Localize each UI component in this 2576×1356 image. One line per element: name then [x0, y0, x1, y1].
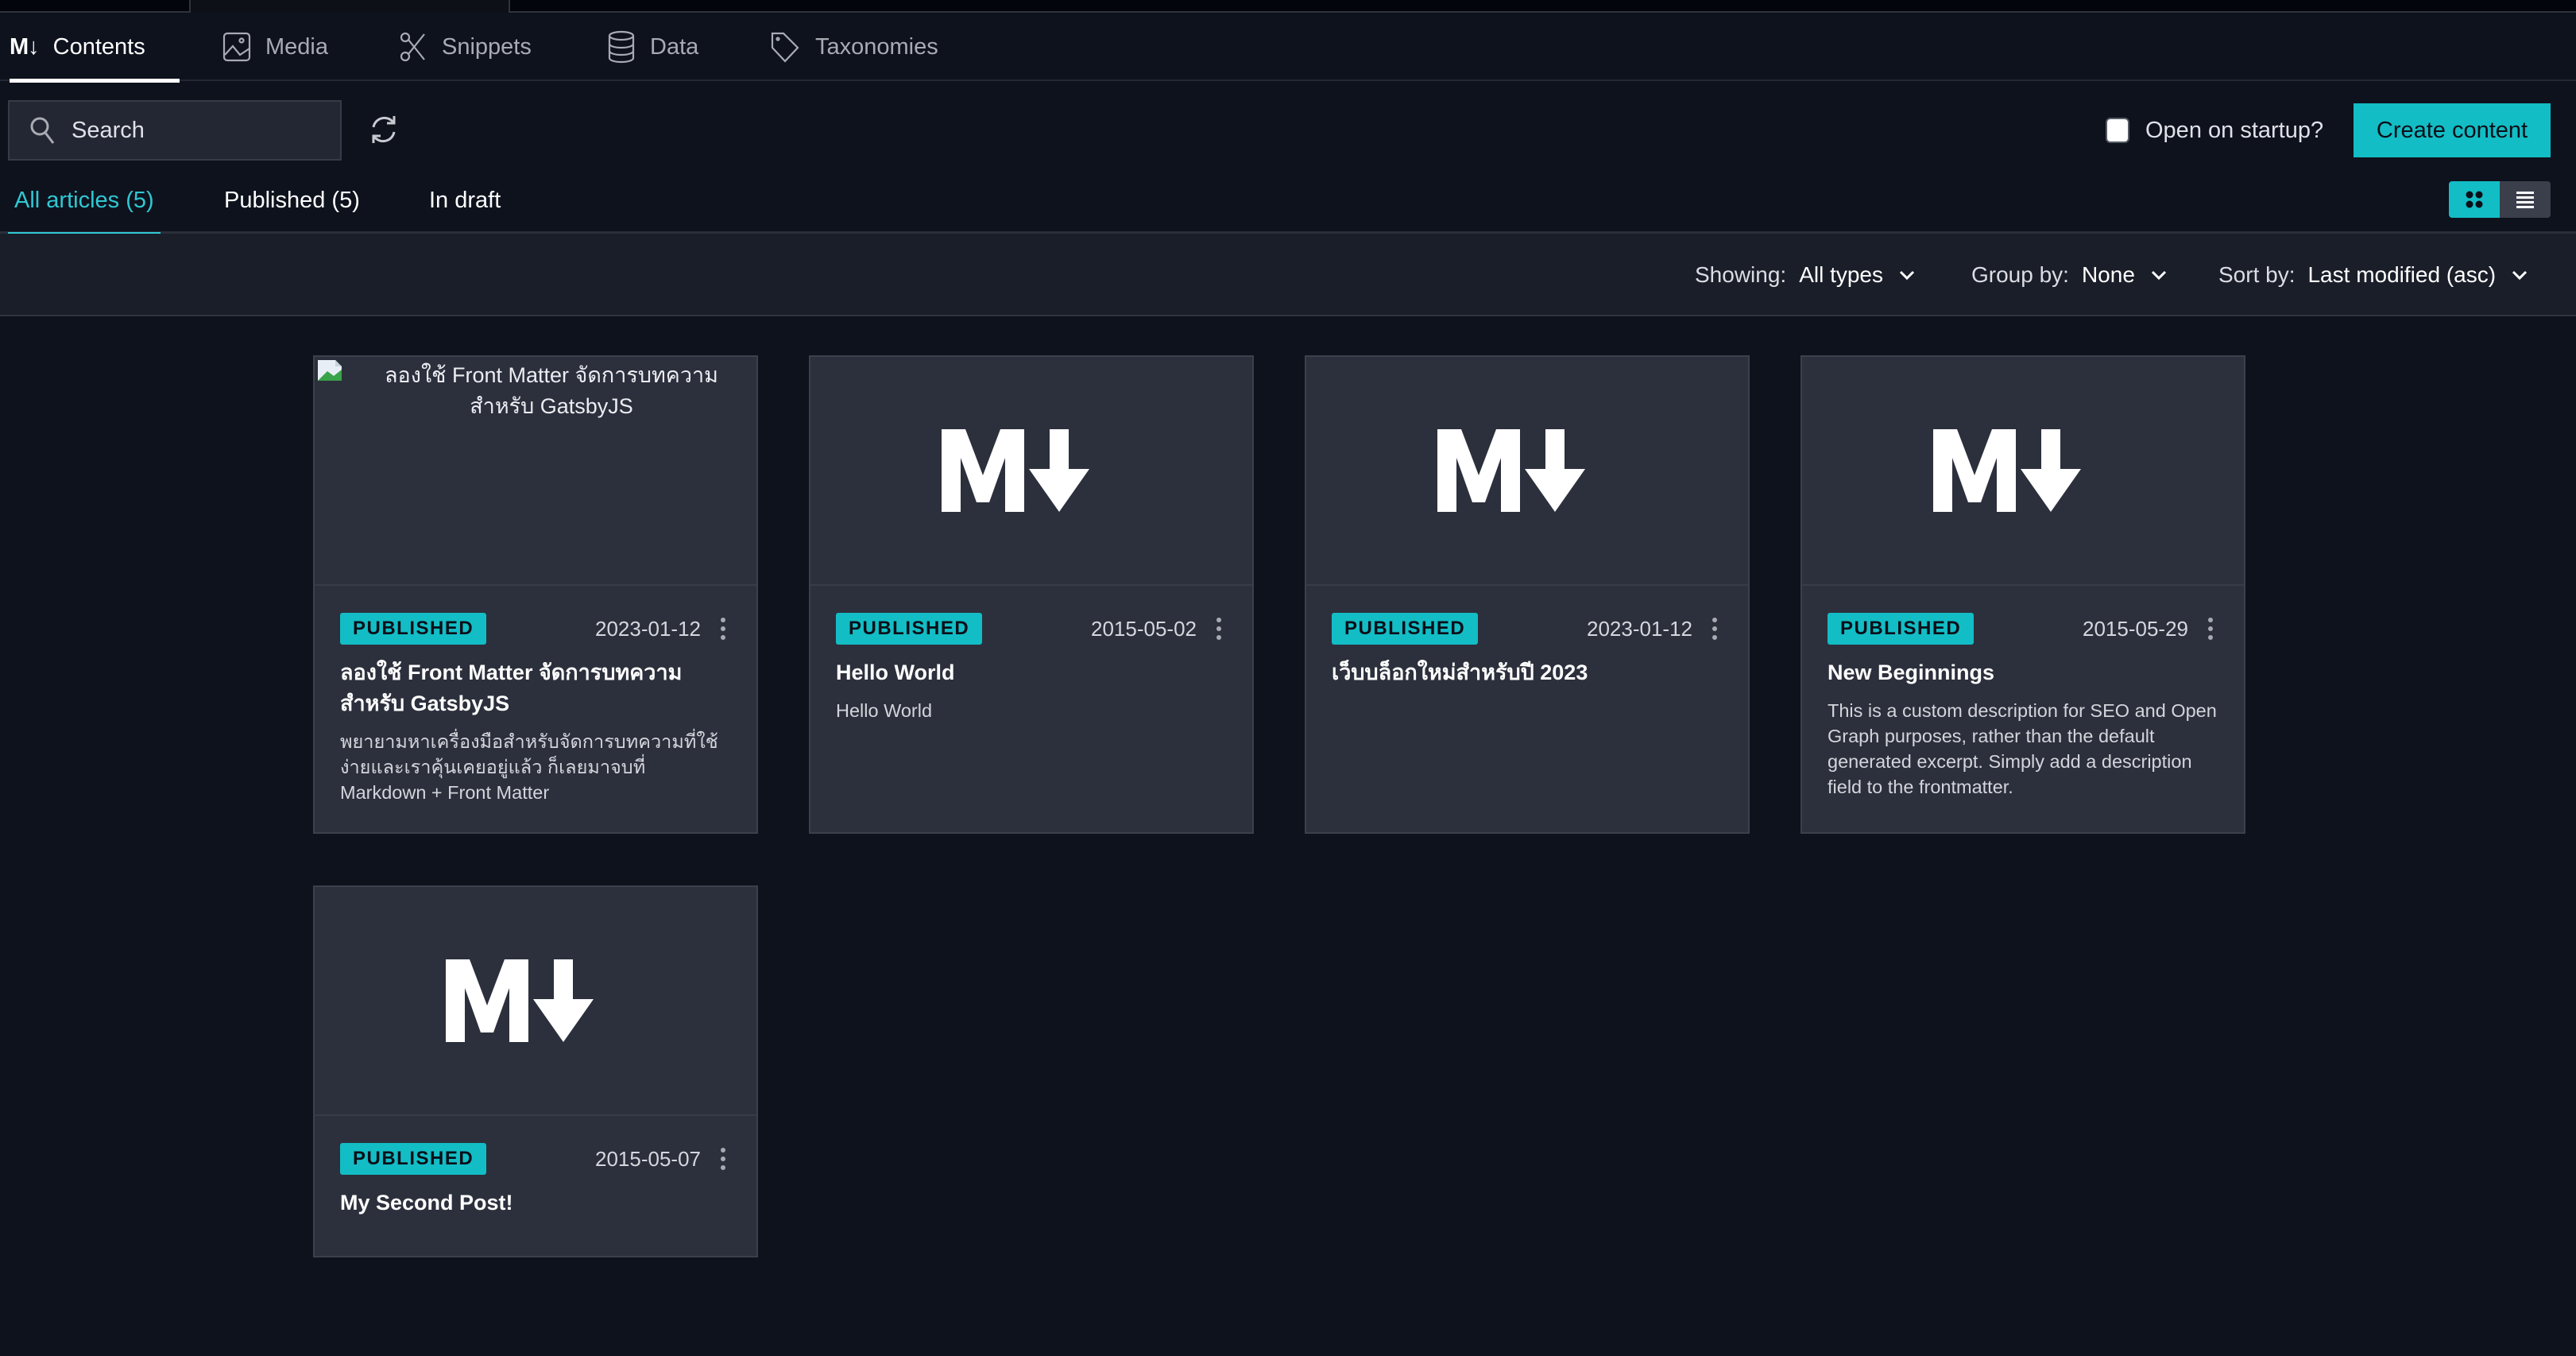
sort-by-label: Sort by:	[2218, 262, 2296, 287]
open-on-startup-toggle[interactable]: Open on startup?	[2106, 113, 2323, 148]
group-by-label: Group by:	[1971, 262, 2069, 287]
article-title: My Second Post!	[340, 1191, 513, 1215]
more-options-icon[interactable]	[715, 1143, 731, 1175]
sort-by-dropdown[interactable]: Sort by: Last modified (asc)	[2218, 234, 2528, 316]
markdown-logo-icon	[446, 959, 594, 1042]
database-icon	[608, 30, 635, 64]
open-on-startup-checkbox[interactable]	[2106, 118, 2129, 143]
chevron-down-icon	[1899, 270, 1915, 281]
article-title: เว็บบล็อกใหม่สำหรับปี 2023	[1332, 661, 1588, 684]
open-on-startup-label: Open on startup?	[2145, 117, 2324, 143]
tab-snippets[interactable]: Snippets	[399, 13, 532, 81]
showing-value: All types	[1799, 262, 1884, 287]
article-date: 2015-05-07	[595, 1146, 701, 1171]
group-by-dropdown[interactable]: Group by: None	[1971, 234, 2167, 316]
markdown-logo-icon	[1437, 429, 1585, 512]
list-view-button[interactable]	[2500, 181, 2551, 218]
article-thumbnail	[315, 887, 756, 1116]
status-badge: PUBLISHED	[836, 613, 983, 645]
status-badge: PUBLISHED	[340, 1143, 487, 1175]
article-title: ลองใช้ Front Matter จัดการบทความสำหรับ G…	[340, 661, 683, 715]
tab-taxonomies[interactable]: Taxonomies	[769, 13, 938, 81]
article-description: This is a custom description for SEO and…	[1828, 700, 2217, 797]
refresh-icon[interactable]	[367, 113, 400, 146]
article-date: 2023-01-12	[1587, 616, 1692, 641]
view-toggle	[2449, 181, 2551, 218]
group-by-value: None	[2081, 262, 2135, 287]
markdown-logo-icon	[1933, 429, 2081, 512]
tab-contents-label: Contents	[52, 33, 145, 60]
editor-tab-strip	[0, 0, 2576, 13]
markdown-icon: M↓	[10, 33, 40, 60]
filter-bar: Showing: All types Group by: None Sort b…	[0, 234, 2576, 316]
status-badge: PUBLISHED	[1828, 613, 1975, 645]
grid-icon	[2466, 191, 2483, 208]
article-title: New Beginnings	[1828, 661, 1995, 684]
tab-taxonomies-label: Taxonomies	[815, 33, 938, 60]
tab-media[interactable]: Media	[222, 13, 328, 81]
status-badge: PUBLISHED	[340, 613, 487, 645]
more-options-icon[interactable]	[1211, 613, 1227, 645]
article-description: Hello World	[836, 700, 933, 721]
article-card[interactable]: PUBLISHED 2023-01-12 เว็บบล็อกใหม่สำหรับ…	[1305, 355, 1750, 834]
status-badge: PUBLISHED	[1332, 613, 1479, 645]
tab-data-label: Data	[650, 33, 699, 60]
article-card[interactable]: PUBLISHED 2015-05-07 My Second Post!	[313, 885, 758, 1257]
article-thumbnail	[1802, 357, 2244, 586]
showing-label: Showing:	[1695, 262, 1787, 287]
article-date: 2015-05-29	[2083, 616, 2188, 641]
tab-data[interactable]: Data	[607, 13, 698, 81]
create-content-button[interactable]: Create content	[2354, 103, 2551, 157]
image-alt-text: ลองใช้ Front Matter จัดการบทความสำหรับ G…	[385, 363, 718, 418]
scissors-icon	[400, 32, 425, 62]
list-icon	[2516, 192, 2534, 208]
more-options-icon[interactable]	[715, 613, 731, 645]
search-input[interactable]	[72, 117, 326, 144]
more-options-icon[interactable]	[1707, 613, 1723, 645]
tab-contents[interactable]: M↓ Contents	[10, 13, 180, 83]
article-title: Hello World	[836, 661, 955, 684]
subtab-published[interactable]: Published (5)	[224, 167, 360, 234]
image-icon	[222, 32, 251, 62]
article-filter-tabs: All articles (5) Published (5) In draft	[0, 167, 2576, 236]
tab-media-label: Media	[265, 33, 328, 60]
article-date: 2015-05-02	[1091, 616, 1197, 641]
search-field[interactable]	[8, 100, 342, 161]
article-card[interactable]: PUBLISHED 2015-05-29 New Beginnings This…	[1800, 355, 2245, 834]
markdown-logo-icon	[942, 429, 1089, 512]
dashboard-nav: M↓ Contents Media Snippets Data Taxonomi…	[0, 13, 2576, 83]
more-options-icon[interactable]	[2203, 613, 2218, 645]
chevron-down-icon	[2512, 270, 2528, 281]
article-date: 2023-01-12	[595, 616, 701, 641]
subtab-all-articles[interactable]: All articles (5)	[8, 167, 161, 236]
chevron-down-icon	[2151, 270, 2166, 281]
grid-view-button[interactable]	[2449, 181, 2500, 218]
article-card[interactable]: ลองใช้ Front Matter จัดการบทความสำหรับ G…	[313, 355, 758, 834]
article-card[interactable]: PUBLISHED 2015-05-02 Hello World Hello W…	[809, 355, 1254, 834]
article-thumbnail: ลองใช้ Front Matter จัดการบทความสำหรับ G…	[315, 357, 756, 586]
article-thumbnail	[810, 357, 1252, 586]
article-description: พยายามหาเครื่องมือสำหรับจัดการบทความที่ใ…	[340, 731, 718, 803]
search-icon	[30, 117, 55, 144]
subtab-in-draft[interactable]: In draft	[429, 167, 501, 234]
sort-by-value: Last modified (asc)	[2307, 262, 2497, 287]
article-thumbnail	[1306, 357, 1748, 586]
tab-snippets-label: Snippets	[442, 33, 532, 60]
active-editor-tab[interactable]	[189, 0, 510, 13]
showing-dropdown[interactable]: Showing: All types	[1695, 234, 1915, 316]
tag-icon	[771, 32, 799, 63]
